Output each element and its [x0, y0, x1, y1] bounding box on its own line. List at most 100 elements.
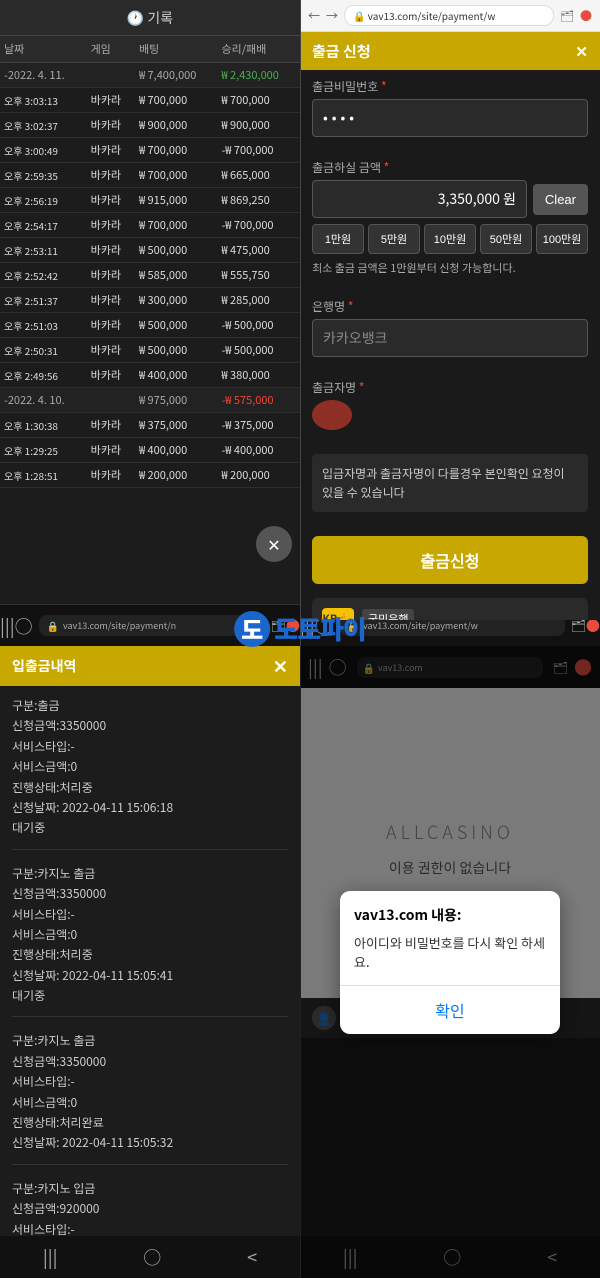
col-game: 게임 — [87, 36, 135, 63]
withdrawal-form-content: 출금 신청 ✕ 출금비밀번호 * •••• 출금하실 금액 * 3,350,00… — [300, 32, 600, 620]
dotopie-watermark: 도 도토파이 — [234, 610, 366, 647]
home-icon-left[interactable]: ○ — [15, 613, 33, 639]
result-cell: ₩ 285,000 — [217, 288, 300, 313]
bank-label: 은행명 * — [312, 298, 588, 315]
list-item: 구분:카지노 출금신청금액:3350000서비스타입:-서비스금액:0진행상태:… — [12, 864, 288, 1018]
result-cell: -₩ 700,000 — [217, 213, 300, 238]
bottom-menu-left[interactable]: ||| — [43, 1244, 58, 1270]
bottom-home-left[interactable]: ○ — [143, 1244, 161, 1270]
alert-ok-button[interactable]: 확인 — [340, 986, 560, 1034]
url-text-right: vav13.com/site/payment/w — [363, 619, 478, 632]
list-item: 구분:출금신청금액:3350000서비스타입:-서비스금액:0진행상태:처리중신… — [12, 696, 288, 850]
bet-cell: ₩ 300,000 — [135, 288, 218, 313]
game-cell: 바카라 — [87, 88, 135, 113]
time-cell: 오후 2:54:17 — [0, 213, 87, 238]
quick-5man[interactable]: 5만원 — [368, 224, 420, 254]
submit-button[interactable]: 출금신청 — [312, 536, 588, 584]
account-section: 출금자명 * — [300, 371, 600, 438]
withdrawal-history-header: 입출금내역 ✕ — [0, 646, 300, 686]
amount-display[interactable]: 3,350,000 원 — [312, 180, 527, 218]
time-cell: 오후 3:00:49 — [0, 138, 87, 163]
game-cell: 바카라 — [87, 463, 135, 488]
bet-cell: ₩ 915,000 — [135, 188, 218, 213]
browser-url-right[interactable]: 🔒 vav13.com/site/payment/w — [344, 5, 554, 26]
game-cell: 바카라 — [87, 338, 135, 363]
secret-label: 출금비밀번호 * — [312, 78, 588, 95]
bet-cell: ₩ 900,000 — [135, 113, 218, 138]
quick-100man[interactable]: 100만원 — [536, 224, 588, 254]
date-cell: -2022. 4. 11. — [0, 63, 87, 88]
entry-line: 서비스금액:0 — [12, 757, 288, 777]
form-close-button[interactable]: ✕ — [575, 41, 588, 62]
back-icon[interactable]: ← — [308, 7, 320, 24]
browser-bar-right: ← → 🔒 vav13.com/site/payment/w 🗂 ● — [300, 0, 600, 32]
table-row: 오후 2:56:19 바카라 ₩ 915,000 ₩ 869,250 — [0, 188, 300, 213]
entry-line: 구분:카지노 입금 — [12, 1179, 288, 1199]
game-cell: 바카라 — [87, 288, 135, 313]
bottom-nav-left: ||| ○ < — [0, 1236, 300, 1278]
result-cell: -₩ 700,000 — [217, 138, 300, 163]
time-cell: 오후 1:28:51 — [0, 463, 87, 488]
result-cell: ₩ 900,000 — [217, 113, 300, 138]
table-row: 오후 2:51:37 바카라 ₩ 300,000 ₩ 285,000 — [0, 288, 300, 313]
time-cell: 오후 2:56:19 — [0, 188, 87, 213]
forward-icon[interactable]: → — [326, 7, 338, 24]
time-cell: 오후 2:51:03 — [0, 313, 87, 338]
entry-line: 구분:카지노 출금 — [12, 864, 288, 884]
entry-line: 신청날짜: 2022-04-11 15:05:32 — [12, 1133, 288, 1153]
col-result: 승리/패배 — [217, 36, 300, 63]
close-circle-button[interactable]: ✕ — [256, 526, 292, 562]
entry-line: 신청날짜: 2022-04-11 15:06:18 — [12, 798, 288, 818]
clear-button[interactable]: Clear — [533, 184, 588, 215]
menu-icon-left[interactable]: ||| — [0, 613, 15, 639]
warning-section: 입금자명과 출금자명이 다를경우 본인확인 요청이 있을 수 있습니다 — [300, 438, 600, 528]
game-cell: 바카라 — [87, 238, 135, 263]
tab-count-right[interactable]: 🗂 — [560, 8, 574, 24]
game-cell: 바카라 — [87, 438, 135, 463]
history-panel: 🕐 기록 날짜 게임 배팅 승리/패배 -2022. 4. 11.₩ 7,400… — [0, 0, 300, 620]
total-bet: ₩ 975,000 — [135, 388, 218, 413]
table-row: 오후 2:50:31 바카라 ₩ 500,000 -₩ 500,000 — [0, 338, 300, 363]
result-cell: ₩ 200,000 — [217, 463, 300, 488]
bet-cell: ₩ 200,000 — [135, 463, 218, 488]
quick-10man[interactable]: 10만원 — [424, 224, 476, 254]
date-row: -2022. 4. 11.₩ 7,400,000₩ 2,430,000 — [0, 63, 300, 88]
result-cell: -₩ 400,000 — [217, 438, 300, 463]
close-tab-right[interactable]: ● — [580, 7, 592, 24]
dotopie-d-logo: 도 — [234, 611, 270, 647]
bet-cell: ₩ 400,000 — [135, 363, 218, 388]
secret-input[interactable]: •••• — [312, 99, 588, 137]
bet-cell: ₩ 375,000 — [135, 413, 218, 438]
alert-overlay: vav13.com 내용: 아이디와 비밀번호를 다시 확인 하세요. 확인 — [300, 646, 600, 1278]
amount-section: 출금하실 금액 * 3,350,000 원 Clear 1만원 5만원 10만원… — [300, 151, 600, 290]
quick-50man[interactable]: 50만원 — [480, 224, 532, 254]
table-row: 오후 3:00:49 바카라 ₩ 700,000 -₩ 700,000 — [0, 138, 300, 163]
bank-input[interactable]: 카카오뱅크 — [312, 319, 588, 357]
result-cell: ₩ 555,750 — [217, 263, 300, 288]
min-notice: 최소 출금 금액은 1만원부터 신청 가능합니다. — [312, 260, 588, 276]
bet-cell: ₩ 700,000 — [135, 138, 218, 163]
table-row: 오후 2:54:17 바카라 ₩ 700,000 -₩ 700,000 — [0, 213, 300, 238]
result-cell: ₩ 700,000 — [217, 88, 300, 113]
quick-1man[interactable]: 1만원 — [312, 224, 364, 254]
table-row: 오후 2:59:35 바카라 ₩ 700,000 ₩ 665,000 — [0, 163, 300, 188]
bottom-back-left[interactable]: < — [247, 1244, 257, 1270]
game-cell: 바카라 — [87, 413, 135, 438]
result-cell: ₩ 475,000 — [217, 238, 300, 263]
bet-cell: ₩ 700,000 — [135, 213, 218, 238]
withdrawal-history-close[interactable]: ✕ — [273, 653, 288, 679]
url-bar-left[interactable]: 🔒 vav13.com/site/payment/n — [39, 615, 265, 636]
entry-line: 신청날짜: 2022-04-11 15:05:41 — [12, 966, 288, 986]
form-title: 출금 신청 — [312, 41, 371, 62]
table-row: 오후 1:29:25 바카라 ₩ 400,000 -₩ 400,000 — [0, 438, 300, 463]
quick-amount-row: 1만원 5만원 10만원 50만원 100만원 — [312, 224, 588, 254]
total-bet: ₩ 7,400,000 — [135, 63, 218, 88]
bet-cell: ₩ 700,000 — [135, 163, 218, 188]
bank-section: 은행명 * 카카오뱅크 — [300, 290, 600, 371]
url-display-right: vav13.com/site/payment/w — [368, 8, 496, 23]
table-row: 오후 2:51:03 바카라 ₩ 500,000 -₩ 500,000 — [0, 313, 300, 338]
entry-line: 서비스타입:- — [12, 1072, 288, 1092]
amount-row: 3,350,000 원 Clear — [312, 180, 588, 218]
entry-line: 신청금액:3350000 — [12, 884, 288, 904]
result-cell: -₩ 375,000 — [217, 413, 300, 438]
